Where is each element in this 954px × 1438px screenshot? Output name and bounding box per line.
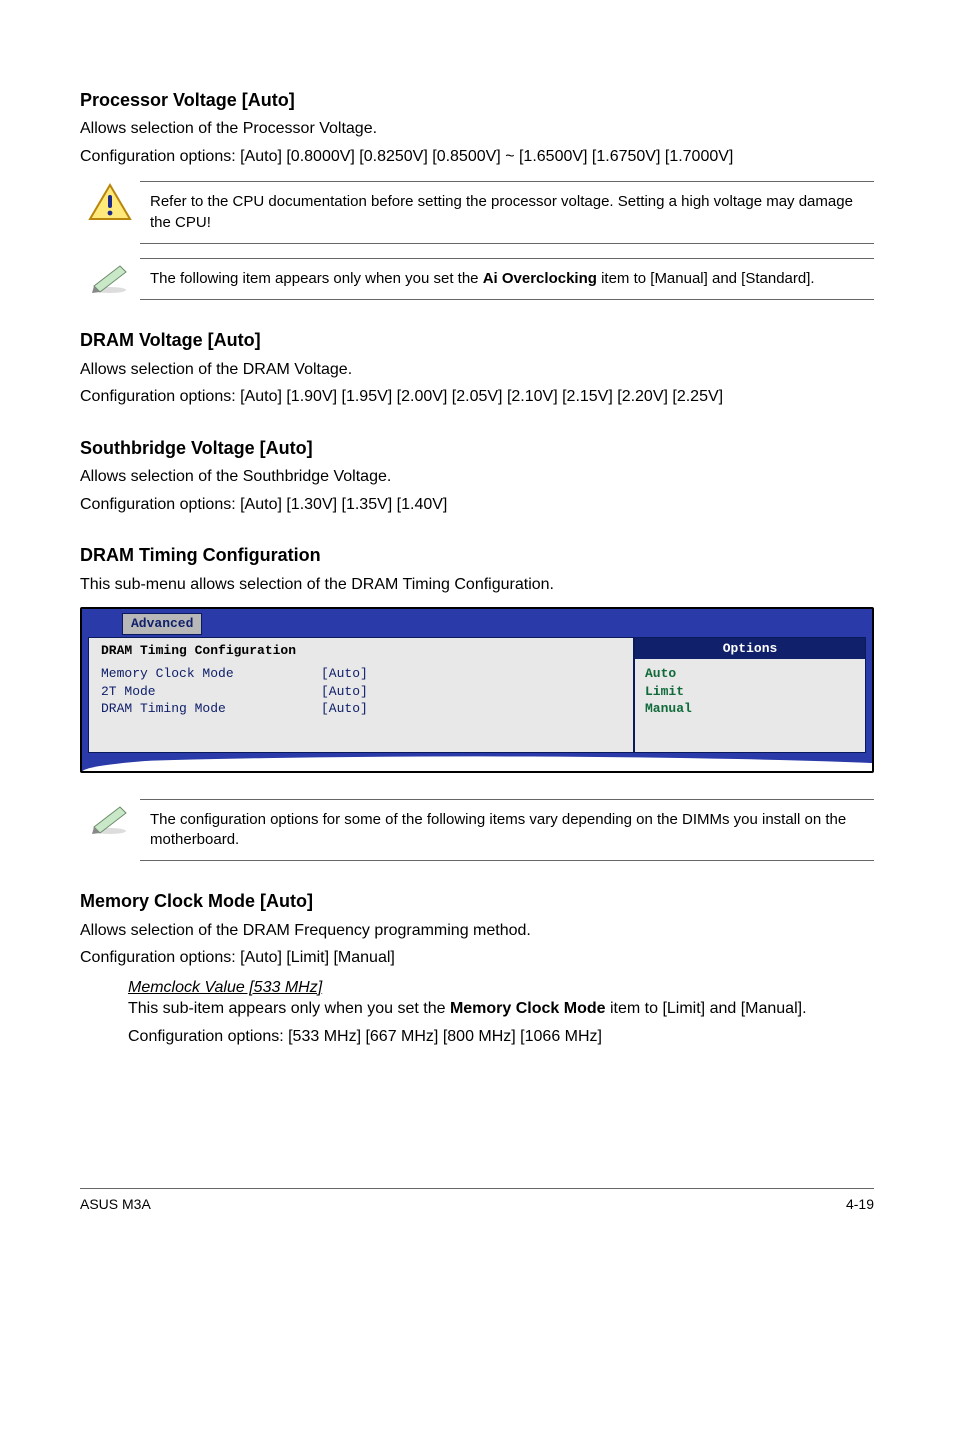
bios-row-key: Memory Clock Mode (101, 665, 321, 683)
bios-panel-title: DRAM Timing Configuration (101, 642, 621, 660)
memclock-sub-options: Configuration options: [533 MHz] [667 MH… (128, 1026, 874, 1048)
bios-row: DRAM Timing Mode [Auto] (101, 700, 621, 718)
sub-line1-pre: This sub-item appears only when you set … (128, 1000, 450, 1017)
caution-text: Refer to the CPU documentation before se… (140, 181, 874, 244)
bios-options-list: Auto Limit Manual (635, 659, 865, 748)
info-note-dimm: The configuration options for some of th… (80, 799, 874, 862)
info-note-ai-overclocking: The following item appears only when you… (80, 258, 874, 300)
bios-option: Auto (645, 665, 855, 683)
heading-dram-voltage: DRAM Voltage [Auto] (80, 328, 874, 352)
bios-right-pane: Options Auto Limit Manual (635, 638, 865, 752)
page-footer: ASUS M3A 4-19 (80, 1188, 874, 1214)
text-proc-voltage-options: Configuration options: [Auto] [0.8000V] … (80, 146, 874, 168)
bios-row-val: [Auto] (321, 683, 368, 701)
text-memclock-desc: Allows selection of the DRAM Frequency p… (80, 920, 874, 942)
memclock-sub-desc: This sub-item appears only when you set … (128, 998, 874, 1020)
memclock-sub-block: Memclock Value [533 MHz] This sub-item a… (128, 977, 874, 1048)
bios-panel: Advanced DRAM Timing Configuration Memor… (80, 607, 874, 773)
bios-bottom-curve (82, 750, 872, 772)
text-memclock-options: Configuration options: [Auto] [Limit] [M… (80, 947, 874, 969)
note2-post: item to [Manual] and [Standard]. (597, 270, 815, 287)
bios-option: Manual (645, 700, 855, 718)
bios-options-header: Options (635, 638, 865, 660)
footer-left: ASUS M3A (80, 1195, 151, 1214)
memclock-value-heading: Memclock Value [533 MHz] (128, 977, 874, 999)
note2-pre: The following item appears only when you… (150, 270, 483, 287)
text-dram-voltage-options: Configuration options: [Auto] [1.90V] [1… (80, 386, 874, 408)
heading-memory-clock-mode: Memory Clock Mode [Auto] (80, 889, 874, 913)
sub-line1-post: item to [Limit] and [Manual]. (606, 1000, 807, 1017)
pencil-icon (80, 799, 140, 835)
caution-icon (80, 181, 140, 223)
text-dram-timing-desc: This sub-menu allows selection of the DR… (80, 574, 874, 596)
heading-dram-timing: DRAM Timing Configuration (80, 543, 874, 567)
text-proc-voltage-desc: Allows selection of the Processor Voltag… (80, 118, 874, 140)
info-note-text: The following item appears only when you… (140, 258, 874, 300)
bios-row-val: [Auto] (321, 700, 368, 718)
note2-bold: Ai Overclocking (483, 270, 597, 287)
bios-row-key: DRAM Timing Mode (101, 700, 321, 718)
bios-left-pane: DRAM Timing Configuration Memory Clock M… (89, 638, 635, 752)
bios-option: Limit (645, 683, 855, 701)
bios-row: Memory Clock Mode [Auto] (101, 665, 621, 683)
heading-processor-voltage: Processor Voltage [Auto] (80, 88, 874, 112)
bios-body: DRAM Timing Configuration Memory Clock M… (88, 637, 866, 753)
pencil-icon (80, 258, 140, 294)
bios-row-val: [Auto] (321, 665, 368, 683)
text-sb-voltage-desc: Allows selection of the Southbridge Volt… (80, 466, 874, 488)
info-note-dimm-text: The configuration options for some of th… (140, 799, 874, 862)
heading-southbridge-voltage: Southbridge Voltage [Auto] (80, 436, 874, 460)
footer-right: 4-19 (846, 1195, 874, 1214)
bios-row-key: 2T Mode (101, 683, 321, 701)
caution-note: Refer to the CPU documentation before se… (80, 181, 874, 244)
bios-tab-advanced: Advanced (122, 613, 202, 635)
bios-screenshot-wrap: Advanced DRAM Timing Configuration Memor… (80, 607, 874, 773)
text-dram-voltage-desc: Allows selection of the DRAM Voltage. (80, 359, 874, 381)
text-sb-voltage-options: Configuration options: [Auto] [1.30V] [1… (80, 494, 874, 516)
sub-line1-bold: Memory Clock Mode (450, 1000, 606, 1017)
bios-row: 2T Mode [Auto] (101, 683, 621, 701)
